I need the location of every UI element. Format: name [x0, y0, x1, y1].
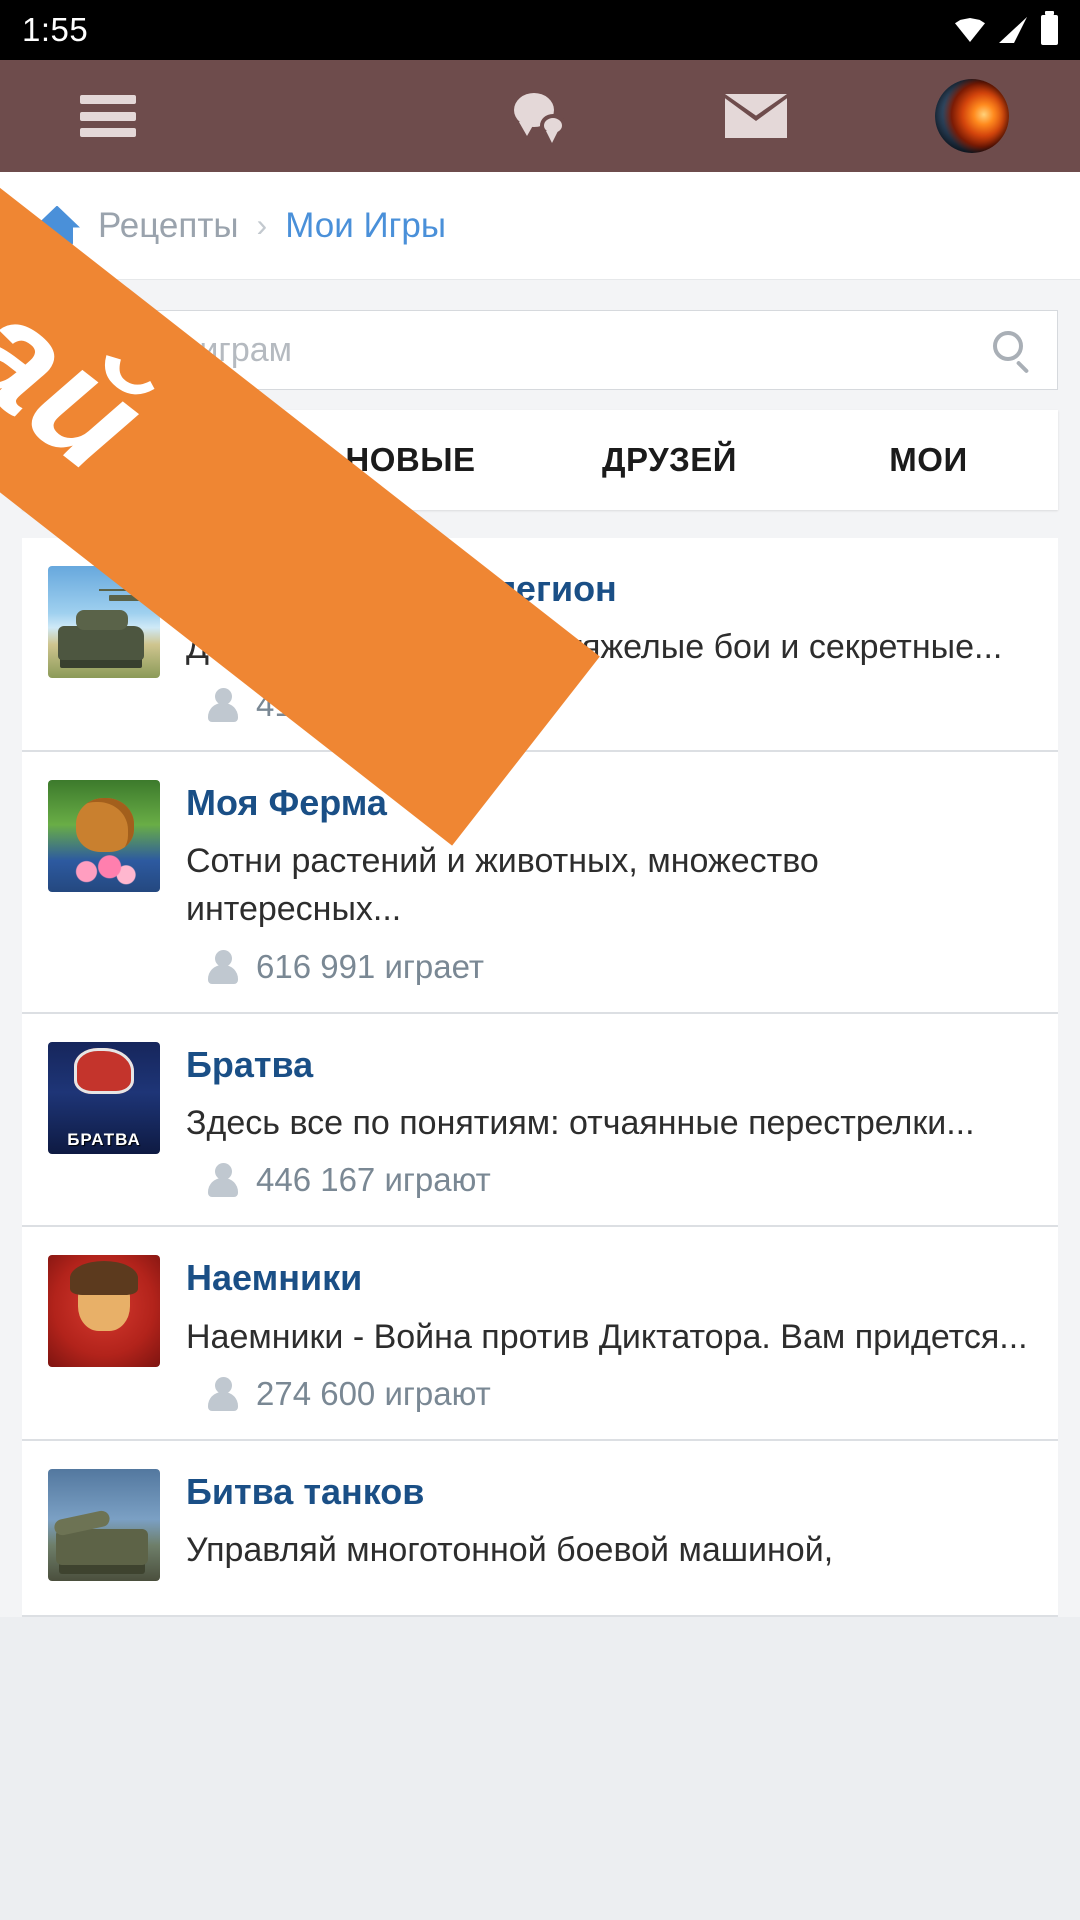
game-description: Десятки видов техники, тяжелые бои и сек…	[186, 628, 1003, 667]
list-item[interactable]: Танки. Стальной легион Десятки видов тех…	[22, 538, 1058, 752]
profile-button[interactable]	[864, 60, 1080, 172]
list-item[interactable]: Моя Ферма Сотни растений и животных, мно…	[22, 751, 1058, 1014]
status-bar: 1:55	[0, 0, 1080, 60]
chevron-right-icon: ›	[256, 207, 268, 243]
game-info: Братва Здесь все по понятиям: отчаянные …	[186, 1042, 1032, 1200]
breadcrumb: Рецепты › Мои Игры	[0, 172, 1080, 280]
breadcrumb-current[interactable]: Мои Игры	[285, 206, 446, 246]
tab-top[interactable]: ТОП	[22, 410, 281, 510]
breadcrumb-parent[interactable]: Рецепты	[98, 206, 239, 246]
game-description: Наемники - Война против Диктатора. Вам п…	[186, 1317, 1028, 1356]
game-info: Битва танков Управляй многотонной боевой…	[186, 1469, 1032, 1589]
game-description: Здесь все по понятиям: отчаянные перестр…	[186, 1103, 975, 1142]
app-bar	[0, 60, 1080, 172]
chat-bubbles-icon	[514, 93, 566, 143]
status-clock: 1:55	[22, 11, 89, 48]
list-item[interactable]: Братва Здесь все по понятиям: отчаянные …	[22, 1013, 1058, 1228]
game-thumbnail	[48, 779, 160, 892]
battery-icon	[1041, 11, 1058, 45]
person-icon	[208, 687, 238, 722]
list-item[interactable]: Наемники Наемники - Война против Диктато…	[22, 1227, 1058, 1441]
players-row: 419 810 играют	[186, 686, 1032, 724]
game-info: Моя Ферма Сотни растений и животных, мно…	[186, 780, 1032, 986]
chat-button[interactable]	[432, 60, 648, 172]
game-thumbnail	[48, 1041, 160, 1154]
game-description: Сотни растений и животных, множество инт…	[186, 842, 819, 929]
players-row: 446 167 играют	[186, 1161, 1032, 1199]
game-thumbnail	[48, 1468, 160, 1581]
game-title[interactable]: Наемники	[186, 1257, 1032, 1298]
tab-top-label: ТОП	[116, 441, 187, 478]
game-thumbnail	[48, 1255, 160, 1368]
tab-bar: ТОП НОВЫЕ ДРУЗЕЙ МОИ	[22, 410, 1058, 510]
players-row: 274 600 играют	[186, 1375, 1032, 1413]
person-icon	[208, 1163, 238, 1198]
game-info: Танки. Стальной легион Десятки видов тех…	[186, 566, 1032, 724]
app-root: 1:55 Рецепты › Мои Игры Поиск по играм Т…	[0, 0, 1080, 1920]
menu-button[interactable]	[0, 60, 216, 172]
home-icon[interactable]	[34, 205, 80, 246]
person-icon	[208, 1376, 238, 1411]
game-title[interactable]: Моя Ферма	[186, 782, 1032, 823]
players-count: 446 167 играют	[256, 1161, 491, 1199]
game-title[interactable]: Битва танков	[186, 1471, 1032, 1512]
tab-mine-label: МОИ	[889, 441, 968, 478]
players-count: 616 991 играет	[256, 947, 485, 985]
players-row: 616 991 играет	[186, 948, 1032, 986]
hamburger-menu-icon	[80, 95, 136, 137]
search-box[interactable]: Поиск по играм	[22, 310, 1058, 390]
game-title[interactable]: Братва	[186, 1044, 1032, 1085]
tab-new[interactable]: НОВЫЕ	[281, 410, 540, 510]
status-icon-group	[955, 11, 1058, 45]
notifications-button[interactable]	[216, 60, 432, 172]
search-icon[interactable]	[993, 331, 1031, 374]
envelope-icon	[725, 94, 787, 138]
game-description: Управляй многотонной боевой машиной,	[186, 1531, 834, 1570]
tab-mine[interactable]: МОИ	[799, 410, 1058, 510]
mail-button[interactable]	[648, 60, 864, 172]
game-thumbnail	[48, 566, 160, 678]
tab-new-label: НОВЫЕ	[345, 441, 476, 478]
players-count: 419 810 играют	[256, 685, 491, 723]
person-icon	[208, 949, 238, 984]
signal-icon	[999, 17, 1027, 43]
list-item[interactable]: Битва танков Управляй многотонной боевой…	[22, 1440, 1058, 1617]
user-avatar	[935, 79, 1009, 153]
tabs-section: ТОП НОВЫЕ ДРУЗЕЙ МОИ	[0, 410, 1080, 510]
search-section: Поиск по играм	[0, 280, 1080, 410]
game-info: Наемники Наемники - Война против Диктато…	[186, 1255, 1032, 1413]
search-input[interactable]: Поиск по играм	[49, 331, 993, 370]
wifi-icon	[955, 18, 985, 42]
tab-friends[interactable]: ДРУЗЕЙ	[540, 410, 799, 510]
game-list: Танки. Стальной легион Десятки видов тех…	[0, 510, 1080, 1617]
game-title[interactable]: Танки. Стальной легион	[186, 568, 1032, 609]
tab-friends-label: ДРУЗЕЙ	[601, 441, 738, 478]
players-count: 274 600 играют	[256, 1374, 491, 1412]
